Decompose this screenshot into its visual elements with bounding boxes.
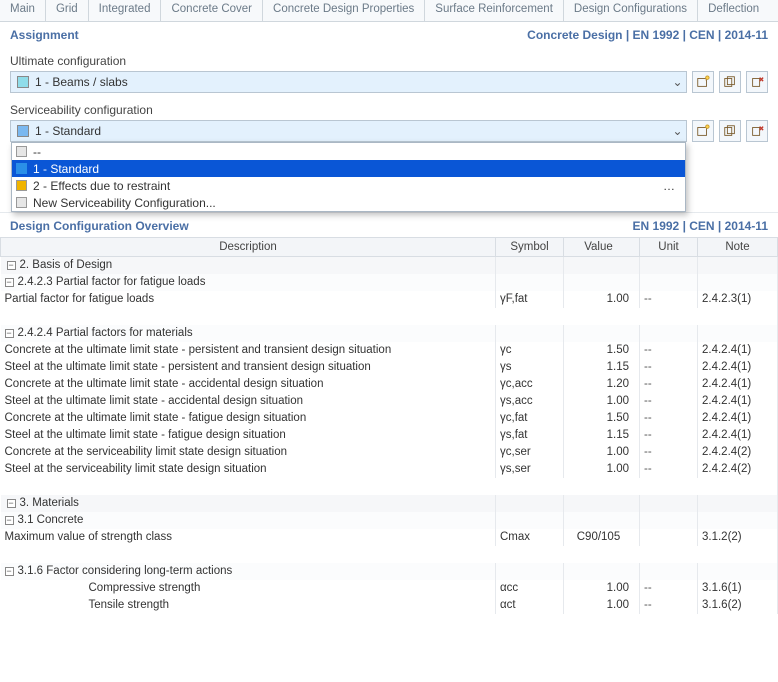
- tab-grid[interactable]: Grid: [46, 0, 89, 21]
- collapse-icon[interactable]: −: [5, 567, 14, 576]
- serviceability-dropdown: -- 1 - Standard 2 - Effects due to restr…: [11, 142, 686, 212]
- table-row[interactable]: Concrete at the serviceability limit sta…: [1, 444, 778, 461]
- chevron-down-icon[interactable]: ⌄: [668, 75, 686, 89]
- serviceability-config-value: 1 - Standard: [35, 124, 668, 138]
- table-row[interactable]: Concrete at the ultimate limit state - f…: [1, 410, 778, 427]
- ultimate-config-value: 1 - Beams / slabs: [35, 75, 668, 89]
- top-tabs: Main Grid Integrated Concrete Cover Conc…: [0, 0, 778, 22]
- chevron-down-icon[interactable]: ⌄: [668, 124, 686, 138]
- serviceability-swatch: [17, 125, 29, 137]
- dropdown-item-standard[interactable]: 1 - Standard: [12, 160, 685, 177]
- overview-subtitle: EN 1992 | CEN | 2014-11: [633, 219, 768, 233]
- tab-integrated[interactable]: Integrated: [89, 0, 162, 21]
- tab-deflections[interactable]: Deflection: [698, 0, 769, 21]
- overview-title: Design Configuration Overview: [10, 219, 189, 233]
- duplicate-config-button[interactable]: [719, 120, 741, 142]
- table-row[interactable]: −2.4.2.4 Partial factors for materials: [1, 325, 778, 342]
- swatch-icon: [16, 197, 27, 208]
- table-row[interactable]: [1, 478, 778, 495]
- dropdown-item-restraint[interactable]: 2 - Effects due to restraint …: [12, 177, 685, 194]
- table-row[interactable]: −2. Basis of Design: [1, 257, 778, 274]
- col-unit[interactable]: Unit: [640, 238, 698, 257]
- tab-design-configurations[interactable]: Design Configurations: [564, 0, 698, 21]
- assignment-subtitle: Concrete Design | EN 1992 | CEN | 2014-1…: [527, 28, 768, 42]
- assignment-title: Assignment: [10, 28, 79, 42]
- tab-concrete-design-properties[interactable]: Concrete Design Properties: [263, 0, 425, 21]
- assignment-header: Assignment Concrete Design | EN 1992 | C…: [0, 22, 778, 46]
- col-value[interactable]: Value: [564, 238, 640, 257]
- table-row[interactable]: Steel at the ultimate limit state - fati…: [1, 427, 778, 444]
- col-description[interactable]: Description: [1, 238, 496, 257]
- table-row[interactable]: Compressive strengthαcc1.00--3.1.6(1): [1, 580, 778, 597]
- table-row[interactable]: −3. Materials: [1, 495, 778, 512]
- swatch-icon: [16, 180, 27, 191]
- overview-header: Design Configuration Overview EN 1992 | …: [0, 212, 778, 237]
- table-row[interactable]: −2.4.2.3 Partial factor for fatigue load…: [1, 274, 778, 291]
- swatch-icon: [16, 163, 27, 174]
- dropdown-item-blank[interactable]: --: [12, 143, 685, 160]
- dropdown-item-new[interactable]: New Serviceability Configuration...: [12, 194, 685, 211]
- delete-config-button[interactable]: [746, 120, 768, 142]
- ultimate-config-label: Ultimate configuration: [10, 54, 768, 68]
- table-row[interactable]: Maximum value of strength classCmaxC90/1…: [1, 529, 778, 546]
- collapse-icon[interactable]: −: [7, 499, 16, 508]
- tab-surface-reinforcement[interactable]: Surface Reinforcement: [425, 0, 564, 21]
- ellipsis-icon: …: [663, 179, 681, 193]
- serviceability-config-combo[interactable]: 1 - Standard ⌄ -- 1 - Standard 2 - Effec…: [10, 120, 687, 142]
- delete-config-button[interactable]: [746, 71, 768, 93]
- duplicate-config-button[interactable]: [719, 71, 741, 93]
- table-row[interactable]: Tensile strengthαct1.00--3.1.6(2): [1, 597, 778, 614]
- table-row[interactable]: Partial factor for fatigue loadsγF,fat1.…: [1, 291, 778, 308]
- ultimate-swatch: [17, 76, 29, 88]
- overview-table: Description Symbol Value Unit Note −2. B…: [0, 237, 778, 614]
- table-row[interactable]: [1, 546, 778, 563]
- table-row[interactable]: Concrete at the ultimate limit state - p…: [1, 342, 778, 359]
- collapse-icon[interactable]: −: [5, 329, 14, 338]
- collapse-icon[interactable]: −: [7, 261, 16, 270]
- table-row[interactable]: Concrete at the ultimate limit state - a…: [1, 376, 778, 393]
- tab-main[interactable]: Main: [0, 0, 46, 21]
- table-row[interactable]: [1, 308, 778, 325]
- table-row[interactable]: −3.1 Concrete: [1, 512, 778, 529]
- ultimate-config-combo[interactable]: 1 - Beams / slabs ⌄: [10, 71, 687, 93]
- swatch-icon: [16, 146, 27, 157]
- col-symbol[interactable]: Symbol: [496, 238, 564, 257]
- collapse-icon[interactable]: −: [5, 278, 14, 287]
- new-config-button[interactable]: [692, 120, 714, 142]
- table-row[interactable]: Steel at the ultimate limit state - acci…: [1, 393, 778, 410]
- table-row[interactable]: −3.1.6 Factor considering long-term acti…: [1, 563, 778, 580]
- col-note[interactable]: Note: [698, 238, 778, 257]
- collapse-icon[interactable]: −: [5, 516, 14, 525]
- serviceability-config-label: Serviceability configuration: [10, 103, 768, 117]
- tab-concrete-cover[interactable]: Concrete Cover: [161, 0, 263, 21]
- table-row[interactable]: Steel at the ultimate limit state - pers…: [1, 359, 778, 376]
- table-row[interactable]: Steel at the serviceability limit state …: [1, 461, 778, 478]
- new-config-button[interactable]: [692, 71, 714, 93]
